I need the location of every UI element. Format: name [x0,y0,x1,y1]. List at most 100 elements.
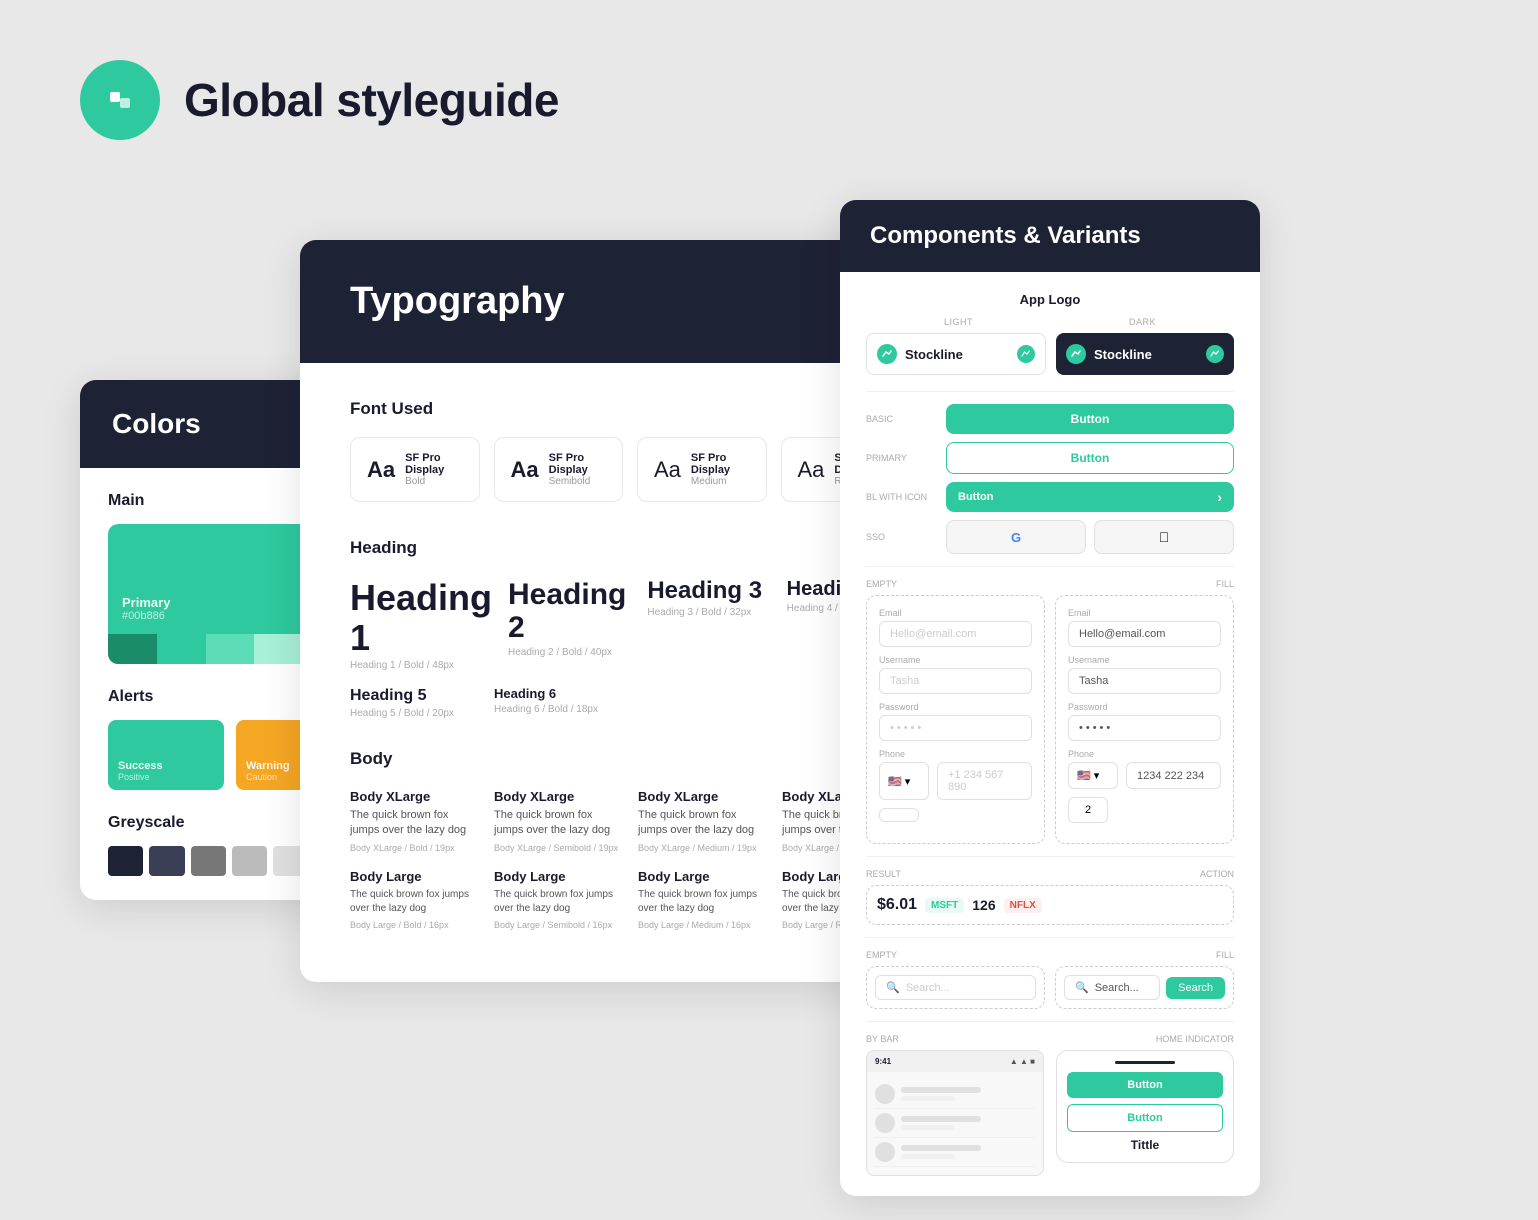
otp-empty-input[interactable] [879,808,919,822]
logo-light-full: Stockline [866,333,1046,375]
search-fill-input[interactable]: 🔍 Search... [1064,975,1160,1000]
headings-grid-row2: Heading 5 Heading 5 / Bold / 20px Headin… [350,687,910,719]
password-fill-input[interactable]: ••••• [1068,715,1221,741]
email-empty-input[interactable]: Hello@email.com [879,621,1032,647]
basic-btn[interactable]: Button [946,404,1234,434]
email-fill-row: Email Hello@email.com [1068,608,1221,647]
home-btn-outline[interactable]: Button [1067,1104,1223,1132]
divider-3 [866,856,1234,857]
device-line2-1 [901,1096,955,1101]
heading-section-label: Heading [350,538,910,558]
email-fill-input[interactable]: Hello@email.com [1068,621,1221,647]
search-section: EMPTY FILL 🔍 Search... 🔍 [866,950,1234,1009]
h1-text: Heading 1 [350,578,492,657]
device-line1-2 [901,1116,981,1122]
username-fill-input[interactable]: Tasha [1068,668,1221,694]
divider-5 [866,1021,1234,1022]
phone-empty-flag[interactable]: 🇺🇸 ▾ [879,762,929,800]
body-xlarge-bold-title: Body XLarge [350,789,478,804]
primary-hex: #00b886 [122,610,170,622]
body-xlarge-medium-title: Body XLarge [638,789,766,804]
password-empty-input[interactable]: ••••• [879,715,1032,741]
device-section: BY BAR 9:41 ▲ ▲ ■ [866,1034,1234,1176]
body-large-semibold-title: Body Large [494,869,622,884]
app-logo-section: App Logo LIGHT DARK Stockline [866,292,1234,375]
phone-empty-input[interactable]: +1 234 567 890 [937,762,1032,800]
logo-svg-dark [1070,348,1082,360]
device-list-item-2 [875,1109,1035,1138]
social-buttons-row: G  [946,520,1234,554]
input-pair-container: Email Hello@email.com Username Tasha Pas… [866,595,1234,844]
grey-swatch-3 [191,846,226,876]
apple-btn[interactable]:  [1094,520,1234,554]
email-empty-row: Email Hello@email.com [879,608,1032,647]
body-large-semibold-text: The quick brown fox jumps over the lazy … [494,888,622,916]
logo-icon-only-dark [1206,345,1224,363]
app-logo-title: App Logo [866,292,1234,307]
phone-fill-input[interactable]: 1234 222 234 [1126,762,1221,789]
logo-mark-dark [1210,349,1220,359]
heading-3-item: Heading 3 Heading 3 / Bold / 32px [647,578,770,671]
body-xlarge-bold: Body XLarge The quick brown fox jumps ov… [350,789,478,853]
buttons-section: BASIC Button PRIMARY Button BL WITH ICON… [866,404,1234,554]
icon-button-row: BL WITH ICON Button › [866,482,1234,512]
body-large-medium-text: The quick brown fox jumps over the lazy … [638,888,766,916]
result-value: $6.01 [877,896,917,914]
password-fill-label: Password [1068,702,1221,712]
google-btn[interactable]: G [946,520,1086,554]
swatch-light [206,634,255,664]
body-xlarge-medium: Body XLarge The quick brown fox jumps ov… [638,789,766,853]
logo-icon-light [877,344,897,364]
phone-fill-flag[interactable]: 🇺🇸 ▾ [1068,762,1118,789]
home-btn-green[interactable]: Button [1067,1072,1223,1098]
body-large-medium: Body Large The quick brown fox jumps ove… [638,869,766,930]
search-button[interactable]: Search [1166,977,1225,999]
success-label: Success [118,760,163,772]
font-aa-regular: Aa [798,457,825,483]
h5-text: Heading 5 [350,687,478,705]
page-title: Global styleguide [184,73,559,127]
password-fill-row: Password ••••• [1068,702,1221,741]
empty-form: Email Hello@email.com Username Tasha Pas… [866,595,1045,844]
username-fill-label: Username [1068,655,1221,665]
font-aa-medium: Aa [654,457,681,483]
otp-fill-input[interactable]: 2 [1068,797,1108,823]
swatch-primary [157,634,206,664]
username-empty-input[interactable]: Tasha [879,668,1032,694]
arrow-icon: › [1217,489,1222,505]
search-empty-block: 🔍 Search... [866,966,1045,1009]
primary-outline-btn[interactable]: Button [946,442,1234,474]
components-card: Components & Variants App Logo LIGHT DAR… [840,200,1260,1196]
grey-swatch-2 [149,846,184,876]
body-grid-1: Body XLarge The quick brown fox jumps ov… [350,789,910,853]
h1-desc: Heading 1 / Bold / 48px [350,660,492,671]
body-large-semibold-desc: Body Large / Semibold / 16px [494,920,622,930]
device-mini-list: 9:41 ▲ ▲ ■ [866,1050,1044,1176]
font-name-semibold: SF Pro Display [549,452,606,476]
home-indicator-section: HOME INDICATOR Button Button Tittle [1056,1034,1234,1176]
divider-4 [866,937,1234,938]
primary-button-row: PRIMARY Button [866,442,1234,474]
body-large-bold-desc: Body Large / Bold / 16px [350,920,478,930]
body-xlarge-medium-desc: Body XLarge / Medium / 19px [638,843,766,853]
logo-lightbg-label: LIGHT [944,317,973,327]
page-container: Global styleguide Colors Main Primary #0… [0,0,1538,1220]
device-text-2 [901,1116,1035,1130]
icon-btn[interactable]: Button › [946,482,1234,512]
grey-swatch-4 [232,846,267,876]
font-info-semibold: SF Pro Display Semibold [549,452,606,487]
search-empty-input[interactable]: 🔍 Search... [875,975,1036,1000]
heading-section: Heading Heading 1 Heading 1 / Bold / 48p… [350,538,910,719]
body-section: Body Body XLarge The quick brown fox jum… [350,749,910,930]
home-divider-indicator [1115,1061,1175,1064]
search-fill-value: Search... [1095,982,1139,994]
result-tag-nflx: NFLX [1004,898,1042,913]
h2-text: Heading 2 [508,578,631,644]
typography-header-text: Typography [350,280,565,322]
body-xlarge-bold-text: The quick brown fox jumps over the lazy … [350,808,478,839]
logo-icon-dark [1066,344,1086,364]
font-info-medium: SF Pro Display Medium [691,452,750,487]
email-fill-label: Email [1068,608,1221,618]
success-sub: Positive [118,772,163,782]
font-sample-bold: Aa SF Pro Display Bold [350,437,480,502]
